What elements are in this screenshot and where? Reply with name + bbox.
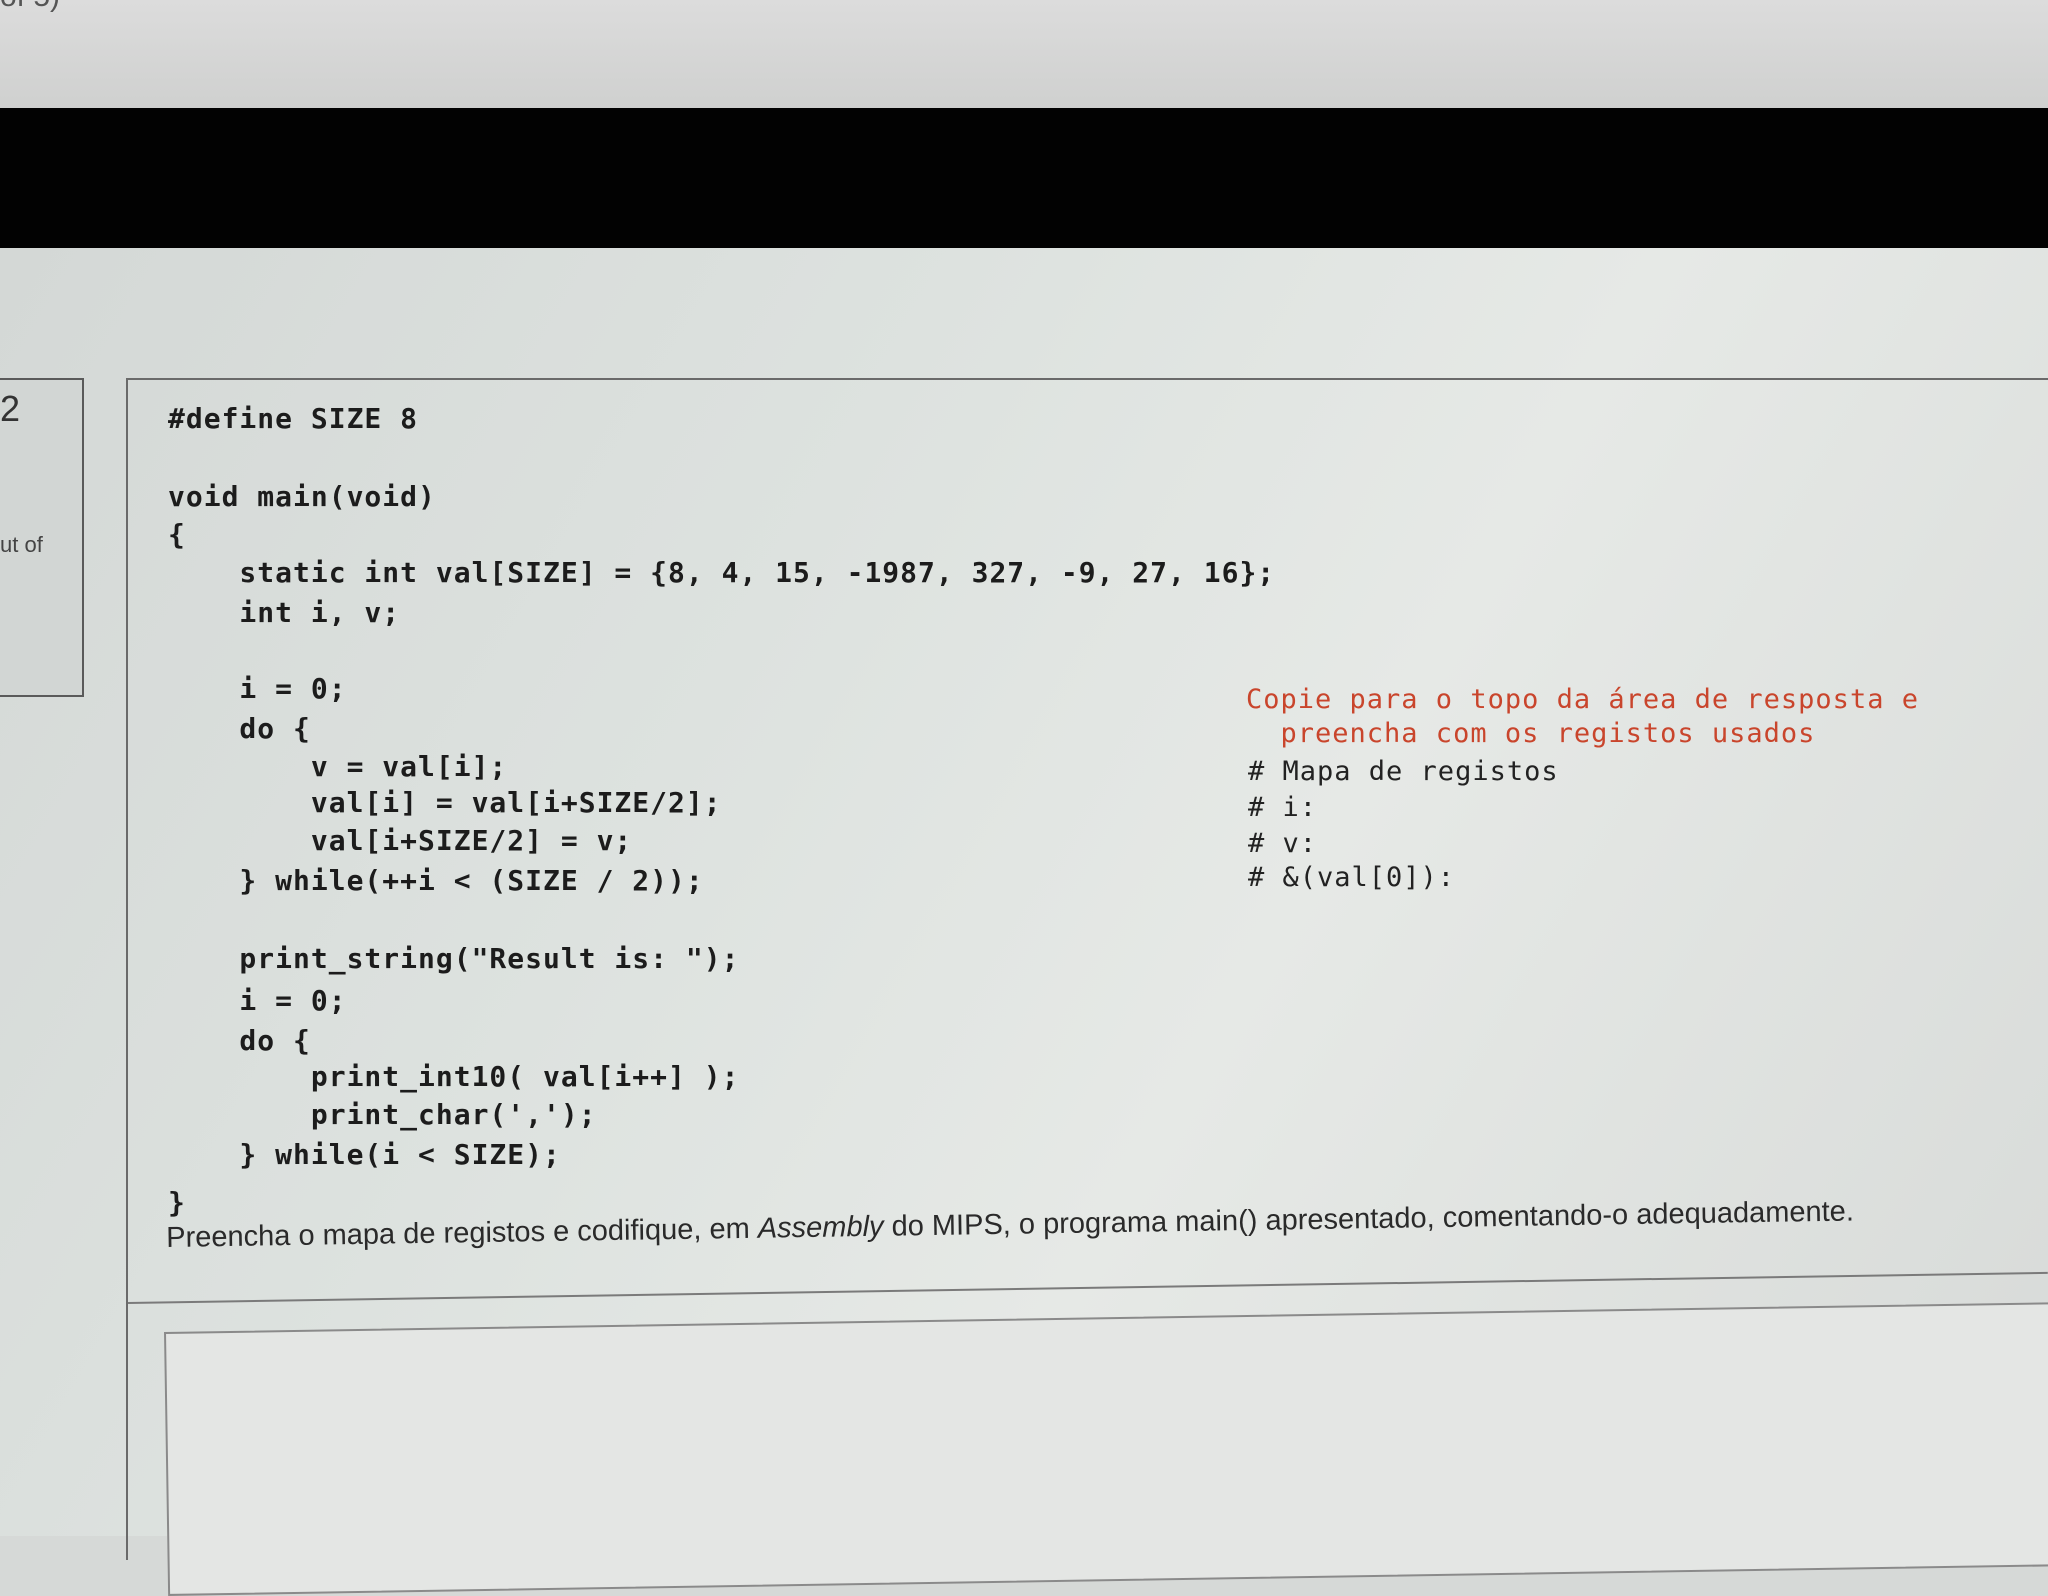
code-line: i = 0; — [168, 672, 347, 705]
code-line: } — [168, 1186, 186, 1219]
code-line: print_string("Result is: "); — [168, 942, 740, 975]
code-line: do { — [168, 1024, 311, 1057]
question-number: 2 — [0, 388, 21, 429]
black-bar — [0, 108, 2048, 248]
note-register-val: # &(val[0]): — [1248, 862, 1456, 893]
code-line: print_char(','); — [168, 1098, 597, 1131]
note-register-i: # i: — [1248, 792, 1318, 823]
header-fragment-text: of 5) — [0, 0, 60, 14]
code-line: } while(++i < (SIZE / 2)); — [168, 864, 704, 897]
code-line: val[i] = val[i+SIZE/2]; — [168, 786, 722, 819]
code-line: do { — [168, 712, 311, 745]
question-points-label: ut of — [0, 532, 43, 557]
note-instruction-line: Copie para o topo da área de resposta e — [1246, 684, 1919, 715]
code-line: { — [168, 518, 186, 551]
code-line: void main(void) — [168, 480, 436, 513]
instruction-italic: Assembly — [757, 1210, 884, 1245]
code-line: #define SIZE 8 — [168, 402, 419, 435]
code-line: i = 0; — [168, 984, 347, 1017]
code-line: print_int10( val[i++] ); — [168, 1060, 740, 1093]
code-line: static int val[SIZE] = {8, 4, 15, -1987,… — [168, 556, 1276, 589]
note-map-title: # Mapa de registos — [1248, 756, 1559, 787]
answer-textarea[interactable] — [164, 1302, 2048, 1596]
code-line: } while(i < SIZE); — [168, 1138, 561, 1171]
code-line: val[i+SIZE/2] = v; — [168, 824, 633, 857]
browser-top-strip: of 5) — [0, 0, 2048, 110]
note-instruction-line: preencha com os registos usados — [1246, 718, 1816, 749]
note-register-v: # v: — [1248, 828, 1318, 859]
code-line: int i, v; — [168, 596, 401, 629]
code-line: v = val[i]; — [168, 750, 508, 783]
